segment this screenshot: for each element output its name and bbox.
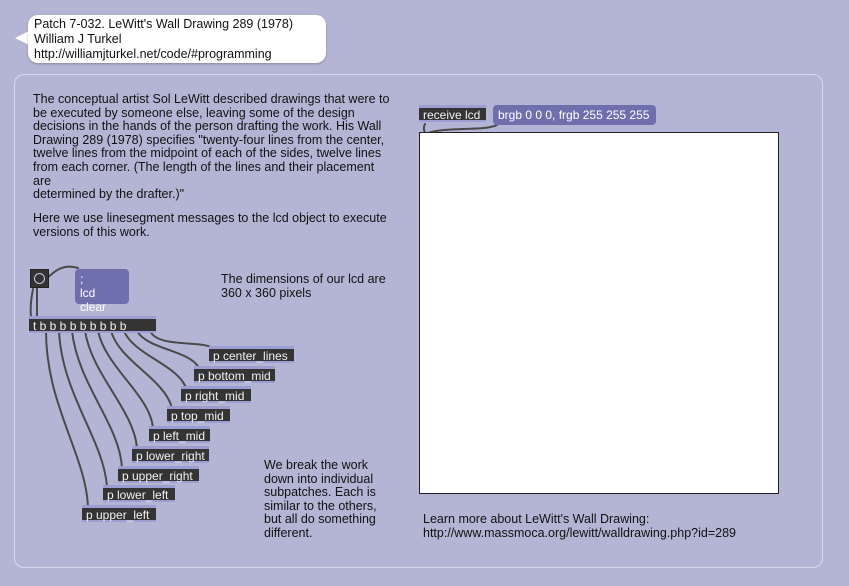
bang-button[interactable] — [30, 269, 49, 288]
cord-trigger-to-top-mid — [110, 330, 173, 409]
cord-trigger-to-lower-left — [58, 330, 108, 488]
cord-trigger-to-bottom-mid — [136, 330, 200, 369]
subpatch-right-mid[interactable]: p right_mid — [181, 386, 251, 403]
bang-ring-icon — [34, 273, 45, 284]
color-message[interactable]: brgb 0 0 0, frgb 255 255 255 — [493, 105, 656, 125]
cord-trigger-to-right-mid — [123, 330, 187, 389]
trigger-object[interactable]: t b b b b b b b b b — [29, 316, 156, 333]
subpatch-center-lines[interactable]: p center_lines — [209, 346, 294, 363]
subpatch-left-mid[interactable]: p left_mid — [149, 426, 210, 443]
subpatch-bottom-mid[interactable]: p bottom_mid — [194, 366, 275, 383]
subpatch-upper-left[interactable]: p upper_left — [82, 505, 156, 522]
subpatch-lower-left[interactable]: p lower_left — [103, 485, 175, 502]
lcd-canvas[interactable] — [419, 132, 779, 494]
subpatch-top-mid[interactable]: p top_mid — [167, 406, 230, 423]
subpatch-lower-right[interactable]: p lower_right — [132, 446, 209, 463]
lcd-clear-message[interactable]: ; lcd clear — [75, 269, 129, 314]
subpatch-upper-right[interactable]: p upper_right — [118, 466, 199, 483]
receive-lcd-object[interactable]: receive lcd — [419, 105, 486, 122]
cord-trigger-to-upper-left — [45, 330, 89, 508]
cord-button-left — [29, 288, 34, 319]
